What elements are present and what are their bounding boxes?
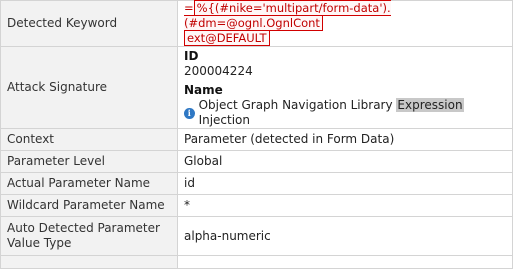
signature-name-part1: Object Graph Navigation Library	[198, 98, 397, 112]
wildcard-parameter-name-label: Wildcard Parameter Name	[0, 194, 178, 217]
context-label: Context	[0, 128, 178, 151]
context-row: Context Parameter (detected in Form Data…	[0, 128, 513, 151]
parameter-level-value: Global	[177, 150, 513, 173]
truncated-row-label	[0, 255, 178, 269]
actual-parameter-name-value: id	[177, 172, 513, 195]
keyword-highlight-line1: %{(#nike='multipart/form-data').(#dm=@og…	[184, 0, 391, 31]
parameter-level-label: Parameter Level	[0, 150, 178, 173]
signature-id-label: ID	[184, 49, 199, 63]
detected-keyword-label: Detected Keyword	[0, 0, 178, 47]
parameter-level-row: Parameter Level Global	[0, 150, 513, 173]
attack-signature-value: ID 200004224 Name i Object Graph Navigat…	[177, 46, 513, 129]
context-value: Parameter (detected in Form Data)	[177, 128, 513, 151]
auto-detected-value-type-label: Auto Detected Parameter Value Type	[0, 216, 178, 256]
signature-name-highlight: Expression	[396, 98, 464, 112]
keyword-highlight-line2: ext@DEFAULT	[184, 30, 270, 46]
signature-name-label: Name	[184, 83, 223, 97]
auto-detected-value-type-row: Auto Detected Parameter Value Type alpha…	[0, 216, 513, 256]
violation-details-table: Detected Keyword = %{(#nike='multipart/fo…	[0, 0, 513, 269]
wildcard-parameter-name-value: *	[177, 194, 513, 217]
attack-signature-row: Attack Signature ID 200004224 Name i Obj…	[0, 46, 513, 129]
keyword-prefix: =	[184, 1, 194, 15]
truncated-row	[0, 255, 513, 269]
signature-name-part2: Injection	[198, 113, 251, 127]
truncated-row-value	[177, 255, 513, 269]
actual-parameter-name-label: Actual Parameter Name	[0, 172, 178, 195]
signature-name-text[interactable]: Object Graph Navigation Library Expressi…	[199, 98, 506, 128]
signature-name-value: i Object Graph Navigation Library Expres…	[184, 98, 506, 128]
auto-detected-value-type-value: alpha-numeric	[177, 216, 513, 256]
wildcard-parameter-name-row: Wildcard Parameter Name *	[0, 194, 513, 217]
signature-id-value: 200004224	[184, 64, 253, 78]
actual-parameter-name-row: Actual Parameter Name id	[0, 172, 513, 195]
detected-keyword-row: Detected Keyword = %{(#nike='multipart/fo…	[0, 0, 513, 47]
detected-keyword-value: = %{(#nike='multipart/form-data').(#dm=@o…	[177, 0, 513, 47]
info-icon[interactable]: i	[184, 107, 195, 119]
attack-signature-label: Attack Signature	[0, 46, 178, 129]
